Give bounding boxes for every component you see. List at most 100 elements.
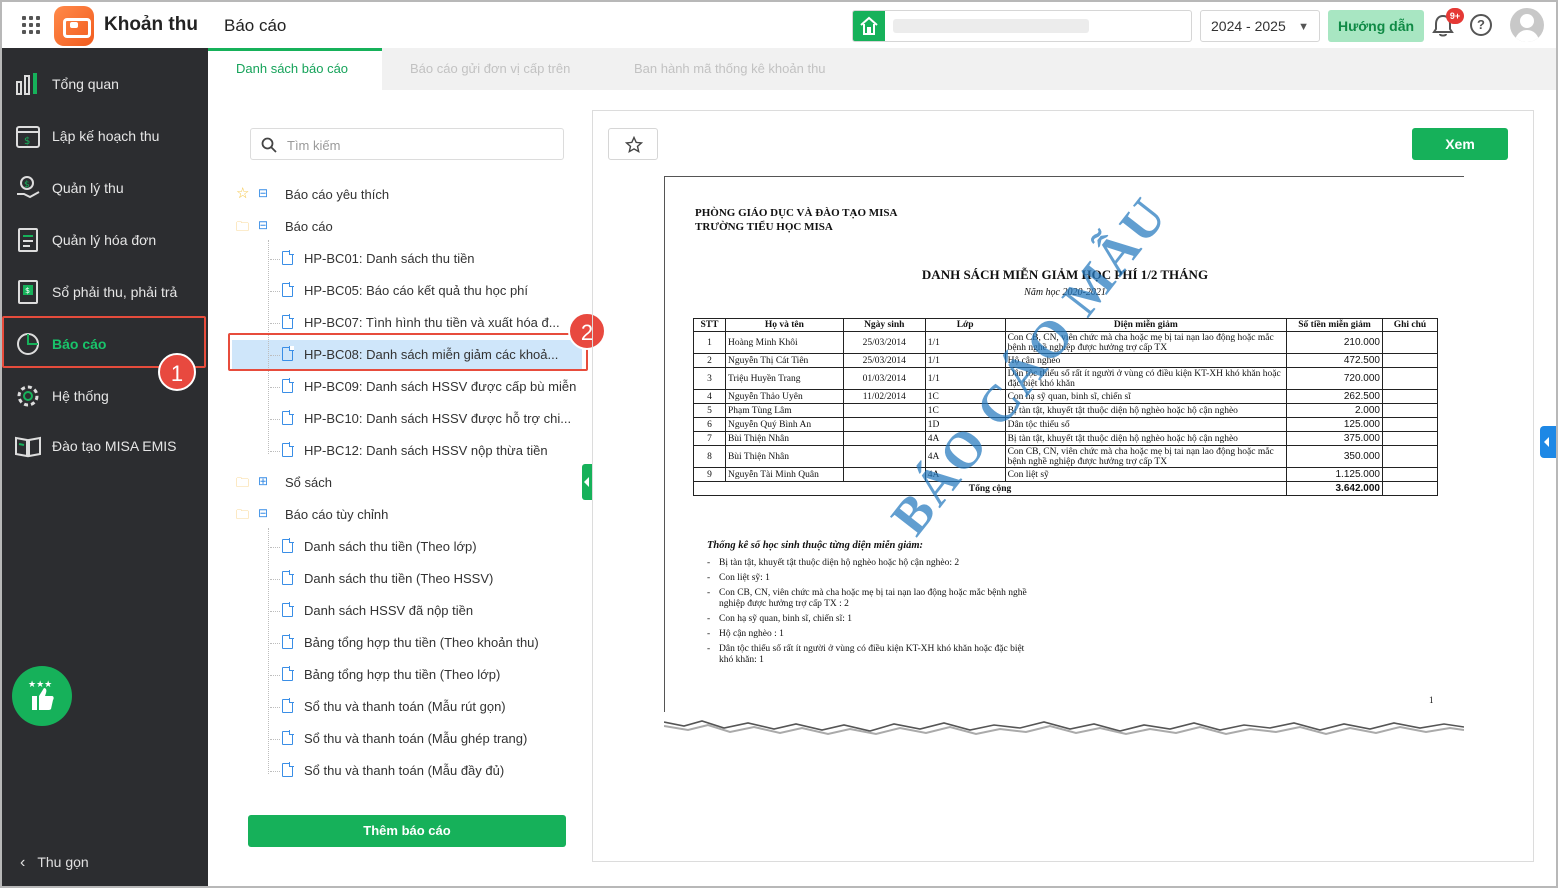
sidebar-item-training[interactable]: Đào tạo MISA EMIS: [2, 420, 208, 472]
column-header: Ghi chú: [1382, 318, 1438, 332]
table-row: 8 Bùi Thiện Nhân 4A Con CB, CN, viên chứ…: [693, 445, 1438, 468]
collapse-panel-handle[interactable]: [582, 464, 592, 500]
cell-class: 4A: [924, 467, 1006, 482]
cell-class: 1/1: [924, 367, 1006, 390]
collapse-sidebar-button[interactable]: ‹ Thu gọn: [20, 854, 89, 872]
stat-item: Con CB, CN, viên chức mà cha hoặc mẹ bị …: [707, 588, 1037, 610]
stat-item: Dân tộc thiểu số rất ít người ở vùng có …: [707, 644, 1037, 666]
document-icon: [282, 698, 294, 713]
app-header: Khoản thu Báo cáo 2024 - 2025 ▼ Hướng dẫ…: [2, 2, 1556, 48]
invoice-icon: [18, 228, 38, 252]
table-row: 2 Nguyễn Thị Cát Tiên 25/03/2014 1/1 Hộ …: [693, 353, 1438, 368]
cell-note: [1382, 331, 1438, 354]
cell-note: [1382, 353, 1438, 368]
tree-item-label: Danh sách thu tiền (Theo HSSV): [304, 571, 494, 586]
side-panel-toggle[interactable]: [1540, 426, 1556, 458]
cell-name: Nguyễn Tài Minh Quân: [724, 467, 844, 482]
tab-issue-stat-code[interactable]: Ban hành mã thống kê khoản thu: [634, 61, 826, 76]
table-row: 4 Nguyễn Thảo Uyên 11/02/2014 1C Con hạ …: [693, 389, 1438, 404]
school-selector[interactable]: [852, 10, 1192, 42]
collapse-node-icon[interactable]: ⊟: [258, 218, 268, 232]
cell-amount: 210.000: [1286, 331, 1383, 354]
cell-class: 1/1: [924, 331, 1006, 354]
home-icon[interactable]: [853, 11, 885, 41]
collapse-node-icon[interactable]: ⊟: [258, 186, 268, 200]
search-placeholder: Tìm kiếm: [287, 138, 341, 153]
svg-text:$: $: [24, 180, 30, 190]
cell-stt: 9: [693, 467, 726, 482]
sidebar-item-ledger[interactable]: $ Sổ phải thu, phải trả: [2, 266, 208, 318]
cell-class: 4A: [924, 431, 1006, 446]
cell-amount: 125.000: [1286, 417, 1383, 432]
collapse-label: Thu gọn: [37, 854, 89, 870]
cell-dob: [842, 467, 926, 482]
tree-item-label: Danh sách HSSV đã nộp tiền: [304, 603, 474, 618]
collapse-node-icon[interactable]: ⊟: [258, 506, 268, 520]
tree-item-label: HP-BC09: Danh sách HSSV được cấp bù miễn: [304, 379, 577, 394]
tree-item-label: Danh sách thu tiền (Theo lớp): [304, 539, 477, 554]
help-icon[interactable]: ?: [1470, 14, 1492, 36]
chevron-left-icon: ‹: [20, 854, 26, 871]
cell-dob: [842, 445, 926, 468]
thumbs-up-icon: ★★★: [28, 680, 54, 710]
avatar[interactable]: [1510, 8, 1544, 42]
report-paper: PHÒNG GIÁO DỤC VÀ ĐÀO TẠO MISA TRƯỜNG TI…: [664, 176, 1464, 722]
app-grid-icon[interactable]: [22, 16, 40, 34]
guide-button[interactable]: Hướng dẫn: [1328, 10, 1424, 42]
school-year-select[interactable]: 2024 - 2025 ▼: [1200, 10, 1320, 42]
gear-icon: [17, 385, 39, 407]
cell-stt: 1: [693, 331, 726, 354]
tree-item-label: HP-BC07: Tình hình thu tiền và xuất hóa …: [304, 315, 560, 330]
app-logo-icon: [54, 6, 94, 46]
expand-node-icon[interactable]: ⊞: [258, 474, 268, 488]
tree-connector: [268, 528, 269, 774]
calendar-money-icon: $: [16, 126, 40, 148]
table-row: 7 Bùi Thiện Nhân 4A Bị tàn tật, khuyết t…: [693, 431, 1438, 446]
sidebar-item-plan[interactable]: $ Lập kế hoạch thu: [2, 110, 208, 162]
tree-item-label: Sổ thu và thanh toán (Mẫu ghép trang): [304, 731, 528, 746]
tab-report-send-superior[interactable]: Báo cáo gửi đơn vị cấp trên: [410, 61, 570, 76]
cell-amount: 262.500: [1286, 389, 1383, 404]
document-icon: [282, 666, 294, 681]
cell-note: [1382, 467, 1438, 482]
table-row: 9 Nguyễn Tài Minh Quân 4A Con liệt sỹ 1.…: [693, 467, 1438, 482]
add-report-button[interactable]: Thêm báo cáo: [248, 815, 566, 847]
document-icon: [282, 538, 294, 553]
tree-item-label: Bảng tổng hợp thu tiền (Theo lớp): [304, 667, 501, 682]
document-icon: [282, 250, 294, 265]
folder-icon: 🗀: [236, 219, 250, 234]
cell-type: Con CB, CN, viên chức mà cha hoặc mẹ bị …: [1004, 445, 1288, 468]
document-icon: [282, 570, 294, 585]
cell-stt: 4: [693, 389, 726, 404]
cell-type: Con hạ sỹ quan, binh sĩ, chiến sĩ: [1004, 389, 1288, 404]
table-row: 5 Phạm Tùng Lâm 1C Bị tàn tật, khuyết tậ…: [693, 403, 1438, 418]
tree-node-label: Báo cáo tùy chỉnh: [285, 507, 389, 522]
tree-node-label: Sổ sách: [285, 475, 332, 490]
stat-item: Con liệt sỹ: 1: [707, 573, 1037, 584]
cell-stt: 7: [693, 431, 726, 446]
stat-title: Thống kê số học sinh thuộc từng diện miễ…: [707, 540, 924, 551]
total-value: 3.642.000: [1286, 481, 1383, 496]
report-subtitle: Năm học 2020-2021: [1024, 287, 1106, 298]
tab-report-list[interactable]: Danh sách báo cáo: [236, 61, 348, 76]
tree-item-label: HP-BC12: Danh sách HSSV nộp thừa tiền: [304, 443, 548, 458]
tree-node-label: Báo cáo yêu thích: [285, 187, 390, 202]
cell-class: 4A: [924, 445, 1006, 468]
report-table: STT Họ và tên Ngày sinh Lớp Diện miễn gi…: [692, 318, 1438, 496]
highlight-box-selected-report: [228, 333, 588, 371]
tree-item-label: HP-BC01: Danh sách thu tiền: [304, 251, 475, 266]
feedback-button[interactable]: ★★★: [12, 666, 72, 726]
sidebar-item-collect[interactable]: $ Quản lý thu: [2, 162, 208, 214]
cell-amount: 720.000: [1286, 367, 1383, 390]
tree-item-label: HP-BC05: Báo cáo kết quả thu học phí: [304, 283, 529, 298]
favorite-button[interactable]: [608, 128, 658, 160]
sidebar-item-overview[interactable]: Tổng quan: [2, 58, 208, 110]
report-title: DANH SÁCH MIỄN GIẢM HỌC PHÍ 1/2 THÁNG: [921, 267, 1209, 282]
tree-item-label: Sổ thu và thanh toán (Mẫu rút gọn): [304, 699, 506, 714]
sidebar-item-invoice[interactable]: Quản lý hóa đơn: [2, 214, 208, 266]
cell-dob: [842, 417, 926, 432]
search-input[interactable]: Tìm kiếm: [250, 128, 564, 160]
search-icon: [261, 137, 277, 153]
view-button[interactable]: Xem: [1412, 128, 1508, 160]
stat-list: Bị tàn tật, khuyết tật thuộc diện hộ ngh…: [707, 558, 1037, 670]
